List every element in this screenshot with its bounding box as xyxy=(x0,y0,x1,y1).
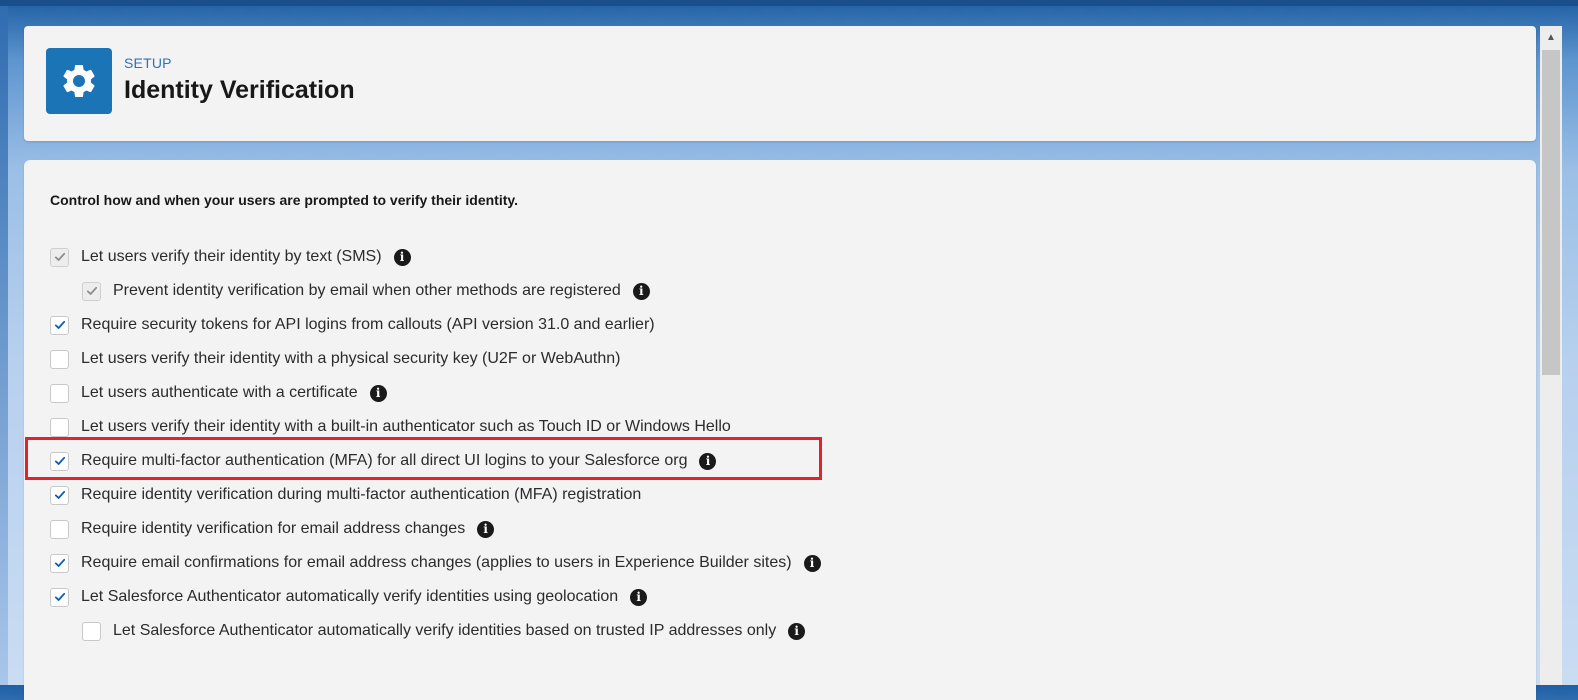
checkmark-icon xyxy=(86,286,97,295)
option-prevent-identity-verification-by-email-when[interactable]: Prevent identity verification by email w… xyxy=(50,274,821,308)
checkbox[interactable] xyxy=(50,417,69,437)
option-label[interactable]: Let Salesforce Authenticator automatical… xyxy=(113,622,776,640)
option-label[interactable]: Let users verify their identity with a b… xyxy=(81,418,731,436)
option-let-users-verify-their-identity-by[interactable]: Let users verify their identity by text … xyxy=(50,240,821,274)
checkbox[interactable] xyxy=(50,383,69,403)
window-top-strip xyxy=(0,0,1578,6)
option-label[interactable]: Require multi-factor authentication (MFA… xyxy=(81,452,687,470)
info-icon[interactable]: i xyxy=(699,452,717,470)
option-label[interactable]: Prevent identity verification by email w… xyxy=(113,282,621,300)
checkbox[interactable] xyxy=(82,621,101,641)
page-title: Identity Verification xyxy=(124,76,355,104)
checkbox[interactable] xyxy=(50,485,69,505)
info-icon[interactable]: i xyxy=(393,248,411,266)
breadcrumb-setup: SETUP xyxy=(124,55,172,71)
info-icon[interactable]: i xyxy=(630,588,648,606)
info-icon[interactable]: i xyxy=(788,622,806,640)
checkmark-icon xyxy=(54,490,65,499)
checkbox xyxy=(82,281,101,301)
option-require-identity-verification-during-multi-factor[interactable]: Require identity verification during mul… xyxy=(50,478,821,512)
option-require-security-tokens-for-api-logins[interactable]: Require security tokens for API logins f… xyxy=(50,308,821,342)
gear-icon xyxy=(63,64,95,97)
settings-panel: Control how and when your users are prom… xyxy=(24,160,1536,700)
option-label[interactable]: Let Salesforce Authenticator automatical… xyxy=(81,588,618,606)
option-label[interactable]: Require identity verification during mul… xyxy=(81,486,641,504)
checkmark-icon xyxy=(54,558,65,567)
page-header: SETUP Identity Verification xyxy=(24,26,1536,141)
option-let-users-authenticate-with-a-certificate[interactable]: Let users authenticate with a certificat… xyxy=(50,376,821,410)
option-let-users-verify-their-identity-with[interactable]: Let users verify their identity with a b… xyxy=(50,410,821,444)
checkbox[interactable] xyxy=(50,451,69,471)
option-label[interactable]: Let users authenticate with a certificat… xyxy=(81,384,358,402)
checkbox xyxy=(50,247,69,267)
intro-text: Control how and when your users are prom… xyxy=(50,192,519,208)
option-let-salesforce-authenticator-automatically-verify-identities[interactable]: Let Salesforce Authenticator automatical… xyxy=(50,614,821,648)
checkbox[interactable] xyxy=(50,587,69,607)
option-require-email-confirmations-for-email-address[interactable]: Require email confirmations for email ad… xyxy=(50,546,821,580)
info-icon[interactable]: i xyxy=(803,554,821,572)
checkmark-icon xyxy=(54,456,65,465)
vertical-scrollbar[interactable]: ▲ xyxy=(1540,26,1562,685)
info-icon[interactable]: i xyxy=(632,282,650,300)
left-gutter xyxy=(0,6,8,685)
checkmark-icon xyxy=(54,592,65,601)
option-require-multi-factor-authentication-mfa-for[interactable]: Require multi-factor authentication (MFA… xyxy=(50,444,821,478)
setup-gear-icon xyxy=(46,48,112,114)
checkbox[interactable] xyxy=(50,553,69,573)
checkbox[interactable] xyxy=(50,315,69,335)
checkbox[interactable] xyxy=(50,349,69,369)
option-label[interactable]: Require identity verification for email … xyxy=(81,520,465,538)
checkmark-icon xyxy=(54,252,65,261)
info-icon[interactable]: i xyxy=(369,384,387,402)
scroll-up-arrow-icon[interactable]: ▲ xyxy=(1540,26,1562,48)
option-require-identity-verification-for-email-address[interactable]: Require identity verification for email … xyxy=(50,512,821,546)
option-label[interactable]: Let users verify their identity by text … xyxy=(81,248,382,266)
info-icon[interactable]: i xyxy=(477,520,495,538)
checkbox[interactable] xyxy=(50,519,69,539)
checkmark-icon xyxy=(54,320,65,329)
option-list: Let users verify their identity by text … xyxy=(50,240,821,648)
option-let-salesforce-authenticator-automatically-verify-identities[interactable]: Let Salesforce Authenticator automatical… xyxy=(50,580,821,614)
option-label[interactable]: Let users verify their identity with a p… xyxy=(81,350,620,368)
scrollbar-thumb[interactable] xyxy=(1542,50,1560,375)
option-let-users-verify-their-identity-with[interactable]: Let users verify their identity with a p… xyxy=(50,342,821,376)
option-label[interactable]: Require email confirmations for email ad… xyxy=(81,554,792,572)
option-label[interactable]: Require security tokens for API logins f… xyxy=(81,316,655,334)
